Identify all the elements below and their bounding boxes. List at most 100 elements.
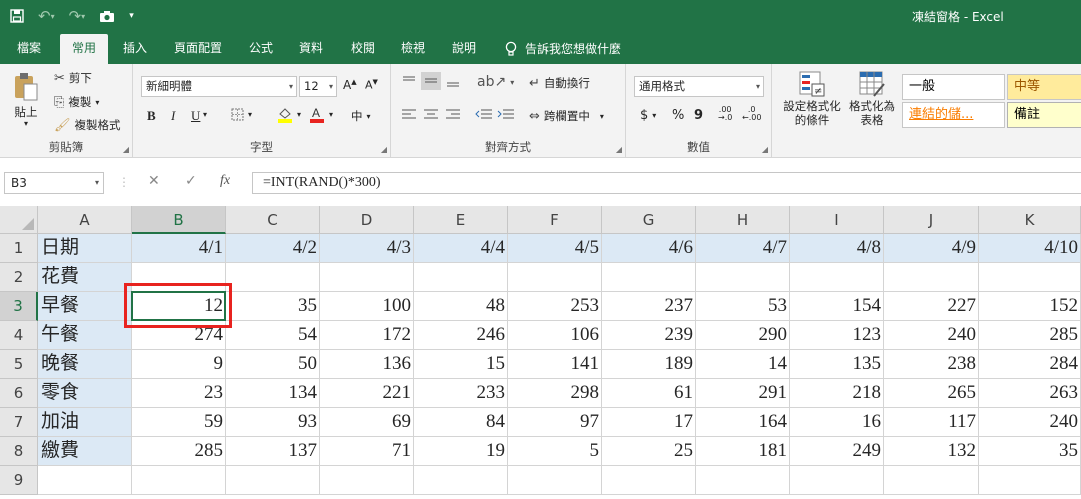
cell-g4[interactable]: 239 <box>602 321 696 350</box>
cell-c1[interactable]: 4/2 <box>226 234 320 263</box>
cell-b1[interactable]: 4/1 <box>132 234 226 263</box>
tab-data[interactable]: 資料 <box>290 34 332 64</box>
row-header-3[interactable]: 3 <box>0 292 38 321</box>
cell-f5[interactable]: 141 <box>508 350 602 379</box>
row-header-8[interactable]: 8 <box>0 437 38 466</box>
cell-k4[interactable]: 285 <box>979 321 1081 350</box>
cell-f9[interactable] <box>508 466 602 495</box>
cell-b7[interactable]: 59 <box>132 408 226 437</box>
undo-icon[interactable]: ↶ ▾ <box>38 6 55 26</box>
cell-a1[interactable]: 日期 <box>38 234 132 263</box>
cell-d9[interactable] <box>320 466 414 495</box>
cell-h8[interactable]: 181 <box>696 437 790 466</box>
column-header-h[interactable]: H <box>696 206 790 234</box>
cell-a2[interactable]: 花費 <box>38 263 132 292</box>
cell-k7[interactable]: 240 <box>979 408 1081 437</box>
cell-i3[interactable]: 154 <box>790 292 884 321</box>
cell-k5[interactable]: 284 <box>979 350 1081 379</box>
align-right-button[interactable] <box>445 108 461 120</box>
fill-color-button[interactable]: ▾ <box>277 106 301 123</box>
cell-g8[interactable]: 25 <box>602 437 696 466</box>
column-header-e[interactable]: E <box>414 206 508 234</box>
phonetic-button[interactable]: 中 ▾ <box>351 108 371 124</box>
cell-j9[interactable] <box>884 466 979 495</box>
cell-b8[interactable]: 285 <box>132 437 226 466</box>
cell-c4[interactable]: 54 <box>226 321 320 350</box>
cell-i2[interactable] <box>790 263 884 292</box>
cell-a5[interactable]: 晚餐 <box>38 350 132 379</box>
cell-b5[interactable]: 9 <box>132 350 226 379</box>
grow-font-button[interactable]: A▲ <box>343 78 357 92</box>
cell-e5[interactable]: 15 <box>414 350 508 379</box>
currency-button[interactable]: $ ▾ <box>640 108 656 123</box>
cancel-icon[interactable]: ✕ <box>148 173 160 189</box>
column-header-f[interactable]: F <box>508 206 602 234</box>
cell-e8[interactable]: 19 <box>414 437 508 466</box>
cell-j3[interactable]: 227 <box>884 292 979 321</box>
row-header-2[interactable]: 2 <box>0 263 38 292</box>
paste-button[interactable]: 貼上 ▾ <box>12 72 40 128</box>
cell-i8[interactable]: 249 <box>790 437 884 466</box>
font-color-button[interactable]: A ▾ <box>309 106 333 123</box>
cell-j2[interactable] <box>884 263 979 292</box>
cell-a8[interactable]: 繳費 <box>38 437 132 466</box>
font-name-combo[interactable]: 新細明體 ▾ <box>141 76 297 97</box>
orientation-button[interactable]: ab↗ ▾ <box>477 74 514 90</box>
format-painter-button[interactable]: 🖌 複製格式 <box>54 117 121 133</box>
cell-d1[interactable]: 4/3 <box>320 234 414 263</box>
cell-f7[interactable]: 97 <box>508 408 602 437</box>
font-size-combo[interactable]: 12 ▾ <box>299 76 337 97</box>
conditional-formatting-button[interactable]: ≠ 設定格式化的條件 <box>780 70 844 127</box>
style-note[interactable]: 備註 <box>1007 102 1081 128</box>
cell-h2[interactable] <box>696 263 790 292</box>
cell-b2[interactable] <box>132 263 226 292</box>
cell-d3[interactable]: 100 <box>320 292 414 321</box>
cell-j5[interactable]: 238 <box>884 350 979 379</box>
cell-e1[interactable]: 4/4 <box>414 234 508 263</box>
shrink-font-button[interactable]: A▼ <box>365 78 378 92</box>
cell-k8[interactable]: 35 <box>979 437 1081 466</box>
column-header-b[interactable]: B <box>132 206 226 234</box>
cut-button[interactable]: ✂ 剪下 <box>54 70 92 86</box>
customize-qat-icon[interactable]: ▾ <box>129 6 134 26</box>
bottom-align-button[interactable] <box>445 74 461 88</box>
cell-b3[interactable]: 12 <box>132 292 226 321</box>
cell-k6[interactable]: 263 <box>979 379 1081 408</box>
cell-d2[interactable] <box>320 263 414 292</box>
cell-e7[interactable]: 84 <box>414 408 508 437</box>
camera-icon[interactable] <box>99 6 115 26</box>
cell-i6[interactable]: 218 <box>790 379 884 408</box>
cell-f4[interactable]: 106 <box>508 321 602 350</box>
column-header-k[interactable]: K <box>979 206 1081 234</box>
cell-k1[interactable]: 4/10 <box>979 234 1081 263</box>
cell-f8[interactable]: 5 <box>508 437 602 466</box>
column-header-d[interactable]: D <box>320 206 414 234</box>
bold-button[interactable]: B <box>147 108 156 124</box>
cell-d5[interactable]: 136 <box>320 350 414 379</box>
cell-i9[interactable] <box>790 466 884 495</box>
cell-h6[interactable]: 291 <box>696 379 790 408</box>
increase-indent-button[interactable] <box>497 108 515 120</box>
number-format-combo[interactable]: 通用格式 ▾ <box>634 76 764 97</box>
name-box[interactable]: B3 ▾ <box>4 172 104 194</box>
cell-e2[interactable] <box>414 263 508 292</box>
cell-c2[interactable] <box>226 263 320 292</box>
top-align-button[interactable] <box>401 74 417 88</box>
cell-d8[interactable]: 71 <box>320 437 414 466</box>
cell-b4[interactable]: 274 <box>132 321 226 350</box>
select-all-button[interactable] <box>0 206 38 234</box>
cell-g6[interactable]: 61 <box>602 379 696 408</box>
insert-function-icon[interactable]: fx <box>220 173 230 189</box>
percent-button[interactable]: % <box>672 108 684 123</box>
cell-e9[interactable] <box>414 466 508 495</box>
row-header-9[interactable]: 9 <box>0 466 38 495</box>
cell-g5[interactable]: 189 <box>602 350 696 379</box>
cell-a4[interactable]: 午餐 <box>38 321 132 350</box>
row-header-4[interactable]: 4 <box>0 321 38 350</box>
cell-g2[interactable] <box>602 263 696 292</box>
cell-f1[interactable]: 4/5 <box>508 234 602 263</box>
tab-file[interactable]: 檔案 <box>8 34 50 64</box>
cell-g3[interactable]: 237 <box>602 292 696 321</box>
cell-a7[interactable]: 加油 <box>38 408 132 437</box>
dialog-launcher-icon[interactable]: ◢ <box>123 145 129 154</box>
